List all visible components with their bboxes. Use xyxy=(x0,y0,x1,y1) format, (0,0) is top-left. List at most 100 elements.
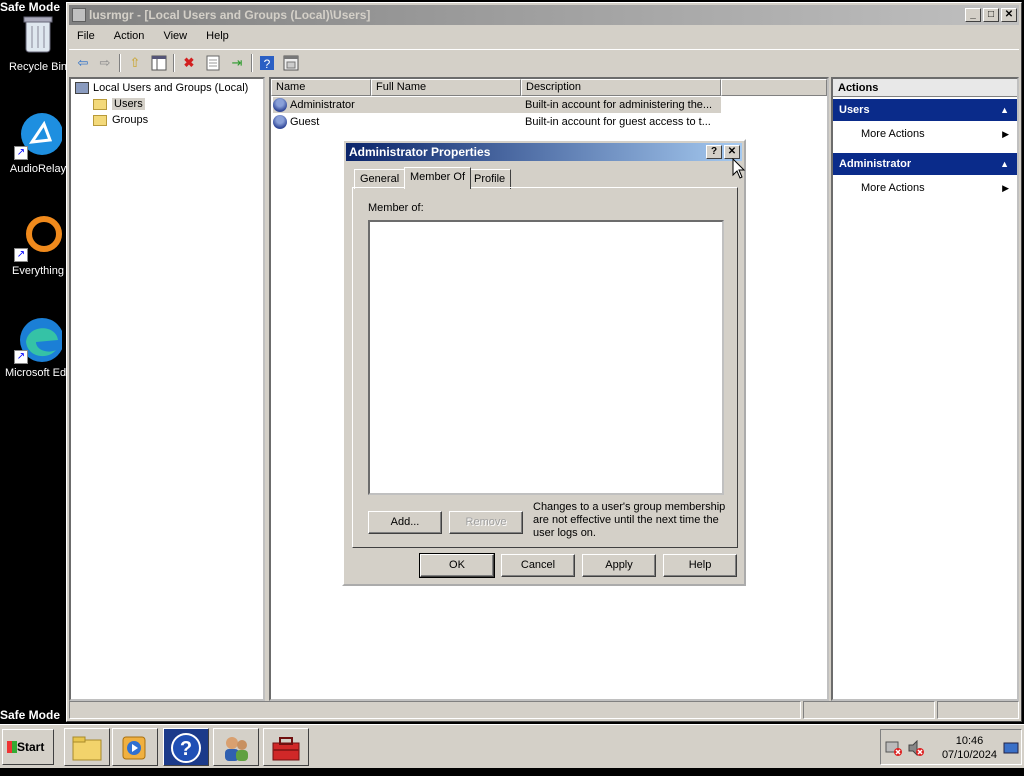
tree-item-label: Groups xyxy=(112,114,149,126)
tab-member-of[interactable]: Member Of xyxy=(404,167,472,189)
actions-section-users[interactable]: Users ▲ xyxy=(833,99,1017,121)
desktop-icon-recycle-bin[interactable]: Recycle Bin xyxy=(5,10,71,73)
window-titlebar[interactable]: lusrmgr - [Local Users and Groups (Local… xyxy=(69,5,1019,25)
media-player-icon[interactable] xyxy=(112,728,158,766)
tree-item-users[interactable]: Users xyxy=(93,96,145,112)
export-list-icon[interactable]: ⇥ xyxy=(227,53,247,73)
add-button[interactable]: Add... xyxy=(368,511,442,534)
close-button[interactable]: ✕ xyxy=(1001,8,1017,22)
column-header-description[interactable]: Description xyxy=(521,79,721,96)
safe-mode-label-bottom: Safe Mode xyxy=(0,708,61,722)
dialog-title: Administrator Properties xyxy=(349,145,491,159)
section-title: Administrator xyxy=(839,158,912,170)
user-icon xyxy=(273,98,287,113)
status-bar xyxy=(69,701,1019,719)
tab-profile[interactable]: Profile xyxy=(468,169,512,189)
actions-section-administrator[interactable]: Administrator ▲ xyxy=(833,153,1017,175)
toolbar: ⇦ ⇨ ⇧ ✖ ⇥ ? xyxy=(69,49,1019,75)
network-error-icon[interactable] xyxy=(885,740,903,759)
toolbar-separator xyxy=(119,54,121,72)
note-line: are not effective until the next time th… xyxy=(533,514,719,526)
tree-root[interactable]: Local Users and Groups (Local) xyxy=(75,80,248,96)
table-row[interactable]: Guest Built-in account for guest access … xyxy=(273,114,721,130)
back-icon[interactable]: ⇦ xyxy=(73,53,93,73)
dialog-help-button[interactable]: ? xyxy=(706,145,722,159)
computer-users-icon xyxy=(75,82,89,95)
apply-button[interactable]: Apply xyxy=(582,554,656,577)
toolbar-separator xyxy=(251,54,253,72)
administrator-properties-dialog: Administrator Properties ? ✕ General Mem… xyxy=(342,139,746,586)
column-header-name[interactable]: Name xyxy=(271,79,371,96)
user-description: Built-in account for guest access to t..… xyxy=(525,116,711,128)
users-icon[interactable] xyxy=(213,728,259,766)
actions-pane: Actions Users ▲ More Actions ▶ Administr… xyxy=(831,77,1019,701)
folder-icon xyxy=(93,114,107,126)
show-desktop-icon[interactable] xyxy=(1003,742,1019,757)
collapse-icon[interactable]: ▲ xyxy=(1000,99,1009,121)
desktop-icon-edge[interactable]: ↗ Microsoft Edge xyxy=(5,316,71,379)
windows-flag-icon xyxy=(7,741,17,753)
note-line: Changes to a user's group membership xyxy=(533,501,726,513)
up-folder-icon[interactable]: ⇧ xyxy=(125,53,145,73)
console-icon[interactable] xyxy=(281,53,301,73)
menu-file[interactable]: File xyxy=(69,27,103,45)
delete-icon[interactable]: ✖ xyxy=(179,53,199,73)
forward-icon[interactable]: ⇨ xyxy=(95,53,115,73)
ok-button[interactable]: OK xyxy=(419,553,495,578)
everything-icon: ↗ xyxy=(14,214,62,262)
shortcut-arrow-icon: ↗ xyxy=(14,350,28,364)
app-icon xyxy=(72,8,86,22)
shortcut-arrow-icon: ↗ xyxy=(14,248,28,262)
menu-action[interactable]: Action xyxy=(106,27,153,45)
more-actions-administrator[interactable]: More Actions ▶ xyxy=(861,179,1011,197)
dialog-close-button[interactable]: ✕ xyxy=(724,145,740,159)
clock[interactable]: 10:46 07/10/2024 xyxy=(942,734,997,762)
maximize-button[interactable]: □ xyxy=(983,8,999,22)
user-name: Administrator xyxy=(290,99,355,111)
clock-date: 07/10/2024 xyxy=(941,749,997,761)
tab-general[interactable]: General xyxy=(354,169,406,189)
menu-view[interactable]: View xyxy=(155,27,195,45)
help-icon[interactable]: ? xyxy=(257,53,277,73)
submenu-arrow-icon: ▶ xyxy=(1002,129,1009,139)
recycle-bin-icon xyxy=(14,10,62,58)
more-actions-label: More Actions xyxy=(861,182,925,194)
help-button[interactable]: Help xyxy=(663,554,737,577)
membership-note: Changes to a user's group membership are… xyxy=(533,501,733,540)
desktop-icon-audiorelay[interactable]: ↗ AudioRelay xyxy=(5,112,71,175)
dialog-titlebar[interactable]: Administrator Properties ? ✕ xyxy=(346,143,742,161)
member-of-list[interactable] xyxy=(368,220,724,495)
column-header-empty xyxy=(721,79,827,96)
toolbox-icon[interactable] xyxy=(263,728,309,766)
menu-help[interactable]: Help xyxy=(198,27,237,45)
volume-muted-icon[interactable] xyxy=(907,739,925,759)
desktop-icon-label: AudioRelay xyxy=(9,163,67,175)
audiorelay-icon: ↗ xyxy=(14,112,63,160)
collapse-icon[interactable]: ▲ xyxy=(1000,153,1009,175)
desktop-icon-label: Microsoft Edge xyxy=(5,367,71,379)
cancel-button[interactable]: Cancel xyxy=(501,554,575,577)
user-name: Guest xyxy=(290,116,320,128)
window-title: lusrmgr - [Local Users and Groups (Local… xyxy=(89,8,371,22)
status-cell xyxy=(803,701,935,719)
explorer-icon[interactable] xyxy=(64,728,110,766)
shortcut-arrow-icon: ↗ xyxy=(14,146,28,160)
minimize-button[interactable]: _ xyxy=(965,8,981,22)
member-of-panel: Member of: Add... Remove Changes to a us… xyxy=(352,187,738,548)
folder-icon xyxy=(93,98,107,110)
tree-item-groups[interactable]: Groups xyxy=(93,112,148,128)
help-support-icon[interactable]: ? xyxy=(163,728,209,766)
more-actions-label: More Actions xyxy=(861,128,925,140)
desktop-icon-everything[interactable]: ↗ Everything xyxy=(5,214,71,277)
more-actions-users[interactable]: More Actions ▶ xyxy=(861,125,1011,143)
remove-button[interactable]: Remove xyxy=(449,511,523,534)
table-row[interactable]: Administrator Built-in account for admin… xyxy=(273,97,721,113)
member-of-label: Member of: xyxy=(368,202,424,214)
menu-bar: File Action View Help xyxy=(69,27,1019,47)
mouse-cursor-icon xyxy=(732,157,746,183)
status-cell xyxy=(69,701,801,719)
show-hide-tree-icon[interactable] xyxy=(149,53,169,73)
column-header-full-name[interactable]: Full Name xyxy=(371,79,521,96)
properties-icon[interactable] xyxy=(203,53,223,73)
start-button[interactable]: Start xyxy=(2,729,54,765)
